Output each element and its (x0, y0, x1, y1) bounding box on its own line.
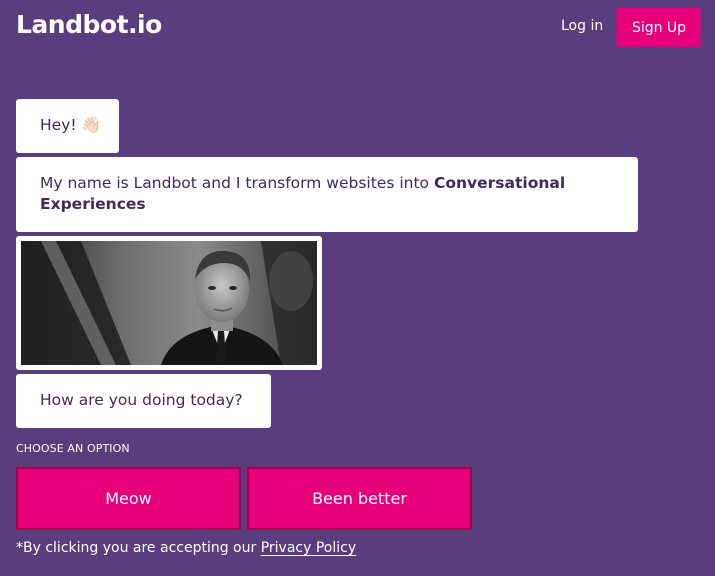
choose-option-label: CHOOSE AN OPTION (16, 442, 130, 455)
login-link[interactable]: Log in (561, 18, 603, 34)
chat-bubble-greeting: Hey! 👋🏻 (16, 99, 119, 153)
privacy-disclaimer: *By clicking you are accepting our Priva… (16, 540, 356, 556)
signup-button[interactable]: Sign Up (617, 8, 701, 47)
intro-text: My name is Landbot and I transform websi… (40, 174, 434, 192)
option-button-been-better[interactable]: Been better (247, 467, 472, 530)
question-text: How are you doing today? (40, 391, 243, 409)
disclaimer-text: *By clicking you are accepting our (16, 540, 261, 556)
landbot-logo[interactable]: Landbot.io (16, 10, 162, 39)
option-button-meow[interactable]: Meow (16, 467, 241, 530)
chat-gif-bubble (16, 236, 322, 370)
chat-bubble-question: How are you doing today? (16, 374, 271, 428)
top-bar: Landbot.io Log in Sign Up (0, 0, 715, 56)
greeting-text: Hey! 👋🏻 (40, 116, 101, 134)
chat-bubble-intro: My name is Landbot and I transform websi… (16, 157, 638, 232)
gif-image (21, 241, 317, 365)
privacy-policy-link[interactable]: Privacy Policy (261, 540, 356, 556)
